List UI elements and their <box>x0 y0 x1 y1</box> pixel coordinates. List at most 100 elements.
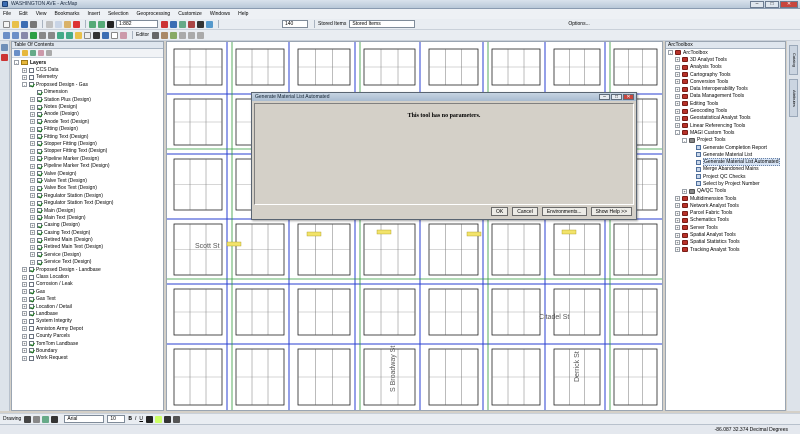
collapse-icon[interactable]: - <box>675 130 680 136</box>
toc-layer-row[interactable]: + Valve Box Text (Design) <box>12 185 163 192</box>
toc-layer-row[interactable]: + Station Plus (Design) <box>12 96 163 103</box>
toc-layer-row[interactable]: + Valve Text (Design) <box>12 177 163 184</box>
toc-layer-row[interactable]: + System Integrity <box>12 318 163 325</box>
expand-icon[interactable]: + <box>675 239 680 245</box>
toc-layer-row[interactable]: + Retired Main Text (Design) <box>12 244 163 251</box>
toc-layer-row[interactable]: + Corrosion / Leak <box>12 281 163 288</box>
layer-visibility-checkbox[interactable] <box>29 333 34 339</box>
measure-icon[interactable] <box>120 31 127 39</box>
bold-icon[interactable]: B <box>128 416 132 422</box>
expand-icon[interactable]: + <box>22 341 27 347</box>
toolbox-toolset-row[interactable]: - MAGI Custom Tools <box>666 129 785 136</box>
select-elements-icon[interactable] <box>24 415 32 423</box>
layer-visibility-checkbox[interactable] <box>37 259 42 265</box>
toolbox-toolset-row[interactable]: + Spatial Statistics Tools <box>666 239 785 246</box>
zoom-in-icon[interactable] <box>3 31 10 39</box>
toolbox-toolset-row[interactable]: + Cartography Tools <box>666 71 785 78</box>
expand-icon[interactable]: + <box>30 119 35 125</box>
list-by-drawing-order-icon[interactable] <box>14 50 20 56</box>
toolbox-toolset-row[interactable]: + Data Interoperability Tools <box>666 85 785 92</box>
split-tool-icon[interactable] <box>179 31 187 39</box>
font-color-icon[interactable] <box>145 415 153 423</box>
close-button[interactable]: ✕ <box>780 1 798 8</box>
expand-icon[interactable]: + <box>22 333 27 339</box>
toolbox-toolset-row[interactable]: + Geocoding Tools <box>666 107 785 114</box>
layer-visibility-checkbox[interactable] <box>37 244 42 250</box>
expand-icon[interactable]: + <box>675 86 680 92</box>
menu-customize[interactable]: Customize <box>178 11 202 17</box>
toolbox-toolset-row[interactable]: + Multidimension Tools <box>666 195 785 202</box>
toc-layer-row[interactable]: + Anode Text (Design) <box>12 118 163 125</box>
collapse-icon[interactable]: - <box>682 137 687 143</box>
expand-icon[interactable]: + <box>30 244 35 250</box>
expand-icon[interactable]: + <box>675 57 680 63</box>
toc-layer-row[interactable]: + CCS Data <box>12 66 163 73</box>
expand-icon[interactable]: + <box>30 104 35 110</box>
layer-visibility-checkbox[interactable] <box>37 163 42 169</box>
toolbox-tool-row[interactable]: Generate Material List Automated <box>666 158 785 167</box>
list-by-visibility-icon[interactable] <box>30 50 36 56</box>
expand-icon[interactable]: + <box>22 326 27 332</box>
toolbox-tool-row[interactable]: Generate Completion Report <box>666 144 785 151</box>
layer-visibility-checkbox[interactable] <box>37 230 42 236</box>
expand-icon[interactable]: + <box>30 200 35 206</box>
expand-icon[interactable]: + <box>30 111 35 117</box>
layer-visibility-checkbox[interactable] <box>29 296 34 302</box>
toc-layer-row[interactable]: + Location / Detail <box>12 303 163 310</box>
layer-visibility-checkbox[interactable] <box>29 74 34 80</box>
expand-icon[interactable]: + <box>30 134 35 140</box>
underline-icon[interactable]: U <box>139 416 143 422</box>
layer-visibility-checkbox[interactable] <box>37 208 42 213</box>
options-button[interactable]: Options... <box>568 21 589 27</box>
expand-icon[interactable]: + <box>22 348 27 354</box>
menu-insert[interactable]: Insert <box>87 11 100 17</box>
expand-icon[interactable]: + <box>22 296 27 302</box>
font-dropdown[interactable]: Arial <box>64 415 105 423</box>
toc-layer-row[interactable]: Dimension <box>12 89 163 96</box>
italic-icon[interactable]: I <box>135 416 136 422</box>
toc-layer-row[interactable]: + Retired Main (Design) <box>12 236 163 243</box>
select-features-icon[interactable] <box>75 31 82 39</box>
fixed-zoom-out-icon[interactable] <box>48 31 55 39</box>
toc-layer-row[interactable]: + Main Text (Design) <box>12 214 163 221</box>
toc-layer-row[interactable]: + Regulator Station (Design) <box>12 192 163 199</box>
layer-visibility-checkbox[interactable] <box>37 156 42 162</box>
rotate-tool-icon[interactable] <box>188 31 196 39</box>
toc-layer-row[interactable]: + Anniston Army Depot <box>12 325 163 332</box>
layer-visibility-checkbox[interactable] <box>37 141 42 147</box>
minimize-button[interactable]: – <box>750 1 764 8</box>
toc-layer-row[interactable]: + Fitting (Design) <box>12 126 163 133</box>
layer-visibility-checkbox[interactable] <box>37 215 42 221</box>
expand-icon[interactable]: + <box>22 74 27 80</box>
layer-visibility-checkbox[interactable] <box>29 281 34 287</box>
toc-layer-row[interactable]: + Service (Design) <box>12 251 163 258</box>
show-help-button[interactable]: Show Help >> <box>590 207 632 216</box>
copy-icon[interactable] <box>55 20 62 28</box>
expand-icon[interactable]: + <box>30 215 35 221</box>
menu-geoprocessing[interactable]: Geoprocessing <box>137 11 171 17</box>
zoom-out-icon[interactable] <box>12 31 19 39</box>
expand-icon[interactable]: + <box>30 185 35 191</box>
toc-layer-row[interactable]: + Stopper Fitting (Design) <box>12 140 163 147</box>
list-by-source-icon[interactable] <box>22 50 28 56</box>
undo-icon[interactable] <box>89 20 96 28</box>
line-color-icon[interactable] <box>163 415 171 423</box>
toc-dock-icon[interactable] <box>1 44 8 51</box>
dialog-minimize-button[interactable]: – <box>599 94 610 100</box>
identify-icon[interactable] <box>102 31 109 39</box>
layer-visibility-checkbox[interactable] <box>37 148 42 154</box>
toolbox-toolset-row[interactable]: + QA/QC Tools <box>666 188 785 195</box>
menu-edit[interactable]: Edit <box>19 11 28 17</box>
expand-icon[interactable]: + <box>22 281 27 287</box>
expand-icon[interactable]: + <box>675 225 680 231</box>
arctoolbox-icon[interactable] <box>188 20 195 28</box>
expand-icon[interactable]: + <box>30 171 35 177</box>
toc-layer-row[interactable]: + Main (Design) <box>12 207 163 214</box>
python-window-icon[interactable] <box>197 20 204 28</box>
zoom-percent-field[interactable]: 140 <box>282 20 308 28</box>
expand-icon[interactable]: + <box>675 93 680 99</box>
toc-layer-row[interactable]: + Proposed Design - Landbase <box>12 266 163 273</box>
layer-visibility-checkbox[interactable] <box>29 82 34 88</box>
menu-file[interactable]: File <box>3 11 11 17</box>
layer-visibility-checkbox[interactable] <box>29 318 34 324</box>
